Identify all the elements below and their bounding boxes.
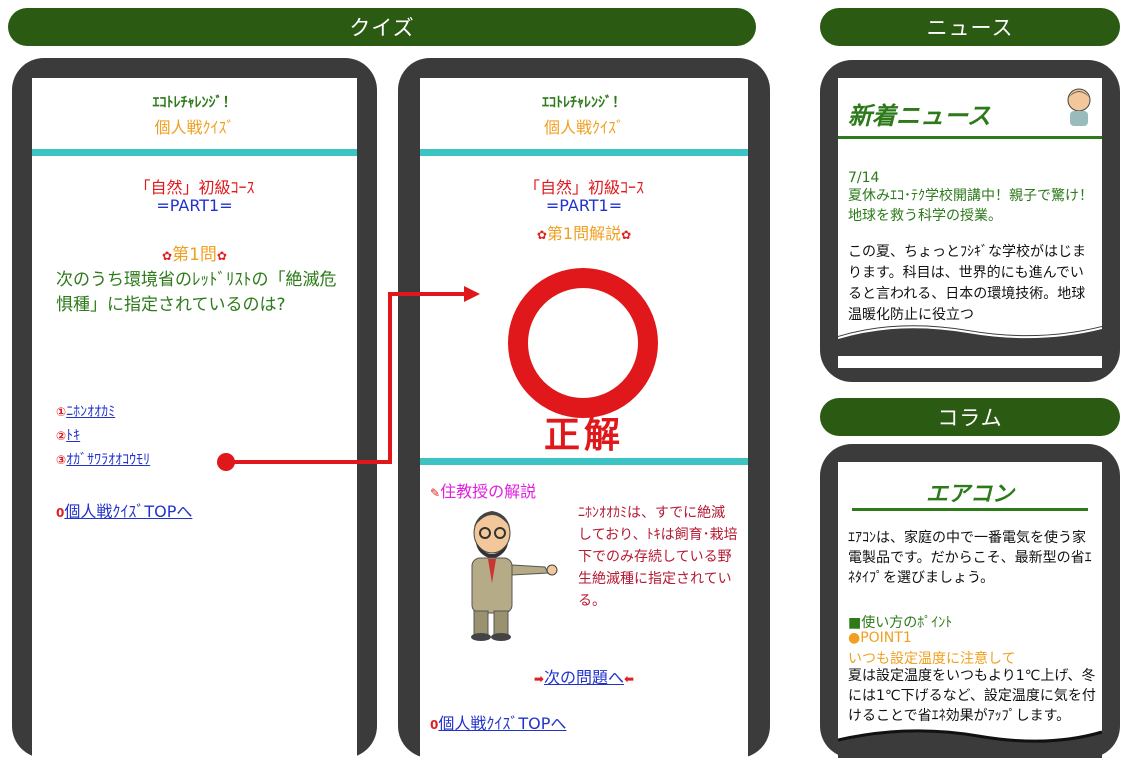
column-phone: エアコン ｴｱｺﾝは、家庭の中で一番電気を使う家電製品です。だからこそ、最新型の…	[820, 444, 1120, 758]
column-point-title: いつも設定温度に注意して	[848, 651, 1016, 667]
news-screen: 新着ニュース 7/14 夏休みｴｺ･ﾃｸ学校開講中！親子で驚け！地球を救う科学の…	[838, 78, 1102, 368]
column-section: ■使い方のﾎﾟｲﾝﾄ	[848, 615, 953, 631]
news-heading: 新着ニュース	[848, 102, 991, 130]
wave-divider	[838, 325, 1102, 356]
news-phone: 新着ニュース 7/14 夏休みｴｺ･ﾃｸ学校開講中！親子で驚け！地球を救う科学の…	[820, 60, 1120, 382]
column-heading: エアコン	[925, 482, 1014, 507]
wave-divider	[838, 729, 1102, 758]
column-intro: ｴｱｺﾝは、家庭の中で一番電気を使う家電製品です。だからこそ、最新型の省ｴﾈﾀｲ…	[848, 530, 1092, 586]
news-headline[interactable]: 夏休みｴｺ･ﾃｸ学校開講中！親子で驚け！地球を救う科学の授業。	[848, 186, 1096, 226]
column-point-body: 夏は設定温度をいつもより1℃上げ、冬には1℃下げるなど、設定温度に気を付けること…	[848, 668, 1096, 724]
divider	[852, 508, 1088, 511]
reporter-avatar	[1062, 86, 1096, 126]
divider	[838, 136, 1102, 139]
news-date: 7/14	[848, 170, 880, 186]
news-body: この夏、ちょっとﾌｼｷﾞな学校がはじまります。科目は、世界的にも進んでいると言わ…	[848, 244, 1086, 323]
column-screen: エアコン ｴｱｺﾝは、家庭の中で一番電気を使う家電製品です。だからこそ、最新型の…	[838, 462, 1102, 758]
column-point: ●POINT1	[848, 630, 912, 646]
